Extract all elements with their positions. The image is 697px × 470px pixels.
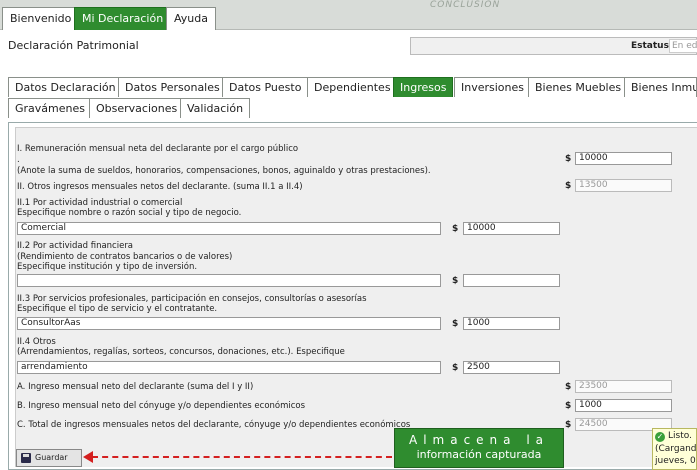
save-button-label: Guardar [35, 453, 68, 462]
check-icon: ✓ [655, 432, 665, 442]
estatus-label: Estatus [631, 41, 669, 51]
callout-line-2: información capturada [416, 448, 542, 461]
annotation-arrow-line [92, 456, 392, 458]
label-ii1-spec: Especifique nombre o razón social y tipo… [17, 208, 242, 218]
label-ii4-note: (Arrendamientos, regalías, sorteos, conc… [17, 347, 345, 357]
currency-ii3: $ [452, 319, 459, 329]
input-i-amount[interactable]: 10000 [575, 152, 672, 165]
notice-line-2: (Cargando [655, 444, 697, 454]
tab-mi-declaracion[interactable]: Mi Declaración [74, 7, 172, 30]
input-b-amount[interactable]: 1000 [575, 399, 672, 412]
annotation-callout: Almacena la información capturada [394, 428, 564, 468]
label-a: A. Ingreso mensual neto del declarante (… [17, 382, 254, 392]
floppy-disk-icon [21, 453, 31, 463]
input-ii3-amount[interactable]: 1000 [463, 317, 560, 330]
tab-dependientes[interactable]: Dependientes [307, 77, 398, 97]
label-ii2-spec: Especifique institución y tipo de invers… [17, 262, 198, 272]
estatus-box: Estatus En edición [410, 37, 697, 55]
label-c: C. Total de ingresos mensuales netos del… [17, 420, 411, 430]
estatus-value: En edición [669, 39, 697, 53]
tab-bienes-muebles[interactable]: Bienes Muebles [528, 77, 629, 97]
tab-bienes-inmuebles[interactable]: Bienes Inmuebles [624, 77, 697, 97]
tab-bienvenido[interactable]: Bienvenido [2, 7, 80, 30]
label-ii3-spec: Especifique el tipo de servicio y el con… [17, 304, 218, 314]
currency-ii: $ [565, 181, 572, 191]
tab-gravamenes[interactable]: Gravámenes [8, 98, 92, 118]
title-bar: Declaración Patrimonial Estatus En edici… [0, 31, 697, 65]
currency-i: $ [565, 154, 572, 164]
input-ii1-amount[interactable]: 10000 [463, 222, 560, 235]
label-ii3: II.3 Por servicios profesionales, partic… [17, 294, 367, 304]
label-b: B. Ingreso mensual neto del cónyuge y/o … [17, 401, 306, 411]
currency-c: $ [565, 420, 572, 430]
input-ii3-text[interactable]: ConsultorÃas [17, 317, 441, 330]
label-ii2: II.2 Por actividad financiera [17, 241, 134, 251]
tab-datos-personales[interactable]: Datos Personales [118, 77, 227, 97]
input-ii4-text[interactable]: arrendamiento [17, 361, 441, 374]
header-decoration: CONCLUSIÓN [430, 0, 501, 10]
input-ii2-text[interactable] [17, 274, 441, 287]
label-ii1: II.1 Por actividad industrial o comercia… [17, 198, 183, 208]
label-ii: II. Otros ingresos mensuales netos del d… [17, 182, 303, 192]
input-ii-amount: 13500 [575, 179, 672, 192]
notice-line-3: jueves, 0 [655, 456, 696, 466]
tab-inversiones[interactable]: Inversiones [454, 77, 532, 97]
callout-line-1: Almacena la [408, 433, 550, 447]
label-ii4: II.4 Otros [17, 337, 56, 347]
tab-datos-declaracion[interactable]: Datos Declaración [8, 77, 123, 97]
currency-ii4: $ [452, 363, 459, 373]
label-i-dot: . [17, 155, 20, 165]
label-i: I. Remuneración mensual neta del declara… [17, 144, 299, 154]
tab-ingresos[interactable]: Ingresos [393, 77, 454, 97]
top-nav-bar: CONCLUSIÓN Bienvenido Mi Declaración Ayu… [0, 0, 697, 30]
tab-observaciones[interactable]: Observaciones [89, 98, 185, 118]
notice-line-1: Listo. [668, 431, 692, 441]
tab-datos-puesto[interactable]: Datos Puesto [222, 77, 309, 97]
tab-validacion[interactable]: Validación [180, 98, 251, 118]
input-ii1-text[interactable]: Comercial [17, 222, 441, 235]
tab-ayuda[interactable]: Ayuda [166, 7, 216, 30]
input-a-amount: 23500 [575, 380, 672, 393]
status-notice: ✓ Listo. (Cargando jueves, 0 [652, 428, 697, 470]
save-button[interactable]: Guardar [16, 449, 82, 467]
annotation-arrow-head [83, 451, 93, 463]
input-ii4-amount[interactable]: 2500 [463, 361, 560, 374]
input-ii2-amount[interactable] [463, 274, 560, 287]
page-title: Declaración Patrimonial [8, 39, 139, 52]
currency-ii2: $ [452, 276, 459, 286]
label-ii2-note: (Rendimiento de contratos bancarios o de… [17, 252, 233, 262]
currency-a: $ [565, 382, 572, 392]
currency-b: $ [565, 401, 572, 411]
currency-ii1: $ [452, 224, 459, 234]
label-i-note: (Anote la suma de sueldos, honorarios, c… [17, 166, 431, 176]
